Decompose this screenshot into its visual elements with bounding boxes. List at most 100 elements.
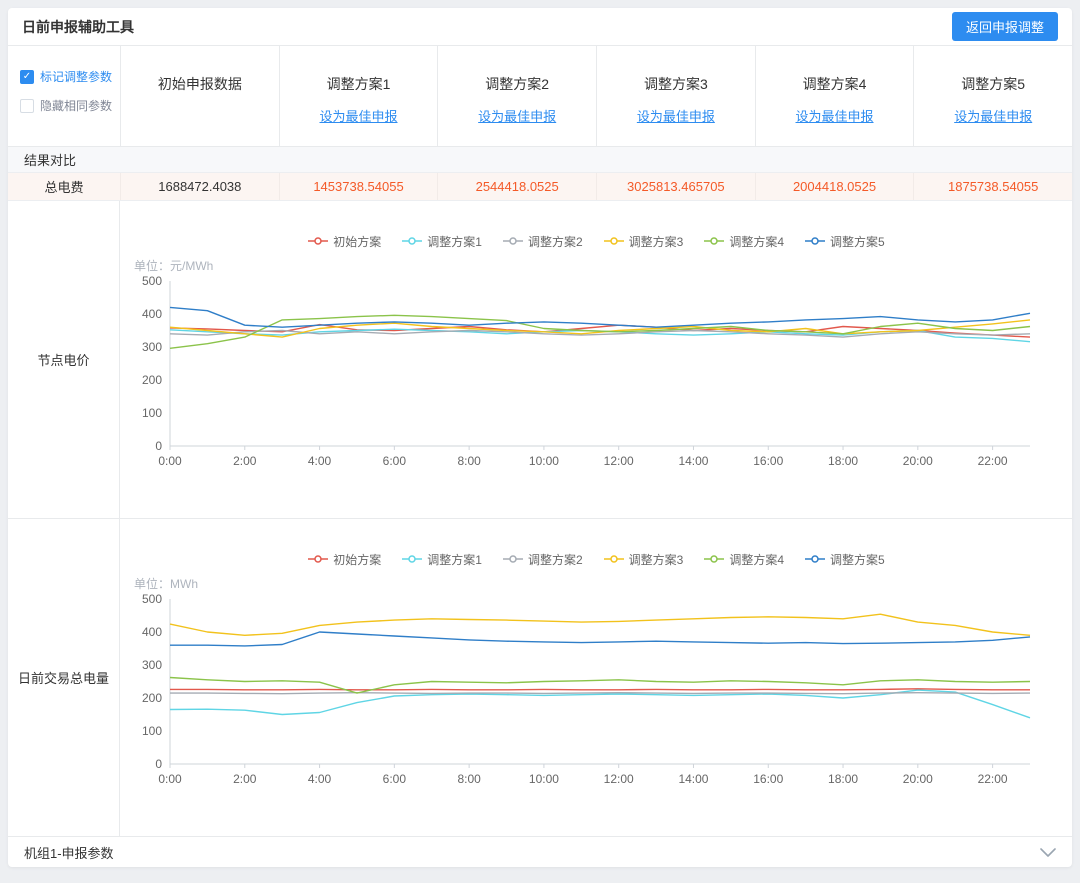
svg-text:400: 400 <box>142 307 162 321</box>
legend-item-调整方案4[interactable]: 调整方案4 <box>703 551 784 568</box>
svg-text:300: 300 <box>142 340 162 354</box>
legend-item-调整方案1[interactable]: 调整方案1 <box>401 551 482 568</box>
node-price-label: 节点电价 <box>8 201 120 518</box>
svg-text:12:00: 12:00 <box>604 772 634 786</box>
legend-label: 初始方案 <box>333 552 382 567</box>
svg-text:500: 500 <box>142 592 162 606</box>
legend-item-初始方案[interactable]: 初始方案 <box>307 233 381 250</box>
column-title: 调整方案1 <box>326 76 391 92</box>
legend-item-调整方案2[interactable]: 调整方案2 <box>502 551 583 568</box>
set-best-link-3[interactable]: 设为最佳申报 <box>637 106 715 125</box>
svg-text:500: 500 <box>142 274 162 288</box>
checkbox-unchecked-icon[interactable] <box>20 98 34 113</box>
svg-text:8:00: 8:00 <box>457 454 481 468</box>
legend-line-icon <box>308 237 329 245</box>
column-title: 调整方案4 <box>802 76 867 92</box>
svg-text:4:00: 4:00 <box>308 772 332 786</box>
column-initial-data: 初始申报数据 <box>120 46 279 146</box>
column-plan-4: 调整方案4 设为最佳申报 <box>754 46 914 146</box>
unit1-params-title: 机组1-申报参数 <box>24 845 114 861</box>
legend-item-调整方案2[interactable]: 调整方案2 <box>502 233 583 250</box>
svg-text:200: 200 <box>142 691 162 705</box>
mark-adjusted-option[interactable]: ✓ 标记调整参数 <box>20 68 112 85</box>
mark-adjusted-label: 标记调整参数 <box>40 70 113 84</box>
legend-line-icon <box>805 237 826 245</box>
svg-text:2:00: 2:00 <box>233 772 257 786</box>
total-fee-label: 总电费 <box>44 180 84 195</box>
column-title: 初始申报数据 <box>157 76 242 92</box>
svg-text:200: 200 <box>142 373 162 387</box>
hide-same-option[interactable]: 隐藏相同参数 <box>20 97 112 114</box>
back-button[interactable]: 返回申报调整 <box>951 12 1058 41</box>
set-best-link-4[interactable]: 设为最佳申报 <box>796 106 874 125</box>
svg-text:14:00: 14:00 <box>678 772 708 786</box>
trade-volume-chart: 初始方案 调整方案1 调整方案2 调整方案3 调整方案4 调整方案5 单位：MWh 0 10… <box>120 519 1072 836</box>
legend-item-调整方案5[interactable]: 调整方案5 <box>804 233 885 250</box>
unit-label: 单位：MWh <box>134 577 198 591</box>
svg-text:20:00: 20:00 <box>903 454 933 468</box>
svg-text:22:00: 22:00 <box>978 454 1008 468</box>
chart-legend: 初始方案 调整方案1 调整方案2 调整方案3 调整方案4 调整方案5 <box>120 549 1072 569</box>
column-title: 调整方案5 <box>961 76 1026 92</box>
svg-text:16:00: 16:00 <box>753 454 783 468</box>
chart-legend: 初始方案 调整方案1 调整方案2 调整方案3 调整方案4 调整方案5 <box>120 231 1072 251</box>
svg-text:22:00: 22:00 <box>978 772 1008 786</box>
set-best-link-5[interactable]: 设为最佳申报 <box>954 106 1032 125</box>
column-plan-2: 调整方案2 设为最佳申报 <box>437 46 596 146</box>
legend-item-调整方案3[interactable]: 调整方案3 <box>603 233 683 250</box>
unit1-params-section[interactable]: 机组1-申报参数 <box>8 837 1072 867</box>
svg-text:300: 300 <box>142 658 162 672</box>
column-plan-1: 调整方案1 设为最佳申报 <box>278 46 438 146</box>
svg-text:8:00: 8:00 <box>457 772 481 786</box>
column-plan-3: 调整方案3 设为最佳申报 <box>596 46 755 146</box>
checkbox-checked-icon[interactable]: ✓ <box>20 69 34 84</box>
legend-item-调整方案3[interactable]: 调整方案3 <box>603 551 684 568</box>
set-best-link-2[interactable]: 设为最佳申报 <box>478 106 556 125</box>
legend-line-icon <box>502 237 523 245</box>
legend-label: 调整方案4 <box>729 552 785 567</box>
trade-volume-chart-row: 日前交易总电量 初始方案 调整方案1 调整方案2 调整方案3 调整方案4 调整方案5 单位… <box>8 519 1072 837</box>
svg-text:0:00: 0:00 <box>158 772 182 786</box>
result-section-title: 结果对比 <box>8 147 1072 173</box>
page-title: 日前申报辅助工具 <box>22 18 134 35</box>
total-fee-value-initial: 1688472.4038 <box>120 173 279 200</box>
legend-label: 调整方案2 <box>527 234 583 249</box>
column-plan-5: 调整方案5 设为最佳申报 <box>913 46 1072 146</box>
legend-label: 初始方案 <box>333 234 382 249</box>
legend-line-icon <box>603 555 624 563</box>
svg-text:18:00: 18:00 <box>828 454 858 468</box>
line-chart: 0 100 200 300 400 500 0:00 2:00 4:00 6:00 8:00 10:0… <box>142 274 1031 468</box>
legend-line-icon <box>402 237 423 245</box>
legend-line-icon <box>603 237 624 245</box>
svg-text:4:00: 4:00 <box>308 454 332 468</box>
legend-label: 调整方案4 <box>729 234 785 249</box>
node-price-chart-row: 节点电价 初始方案 调整方案1 调整方案2 调整方案3 调整方案4 调整方案5 单位：元/… <box>8 201 1072 519</box>
column-title: 调整方案2 <box>485 76 550 92</box>
legend-line-icon <box>502 555 523 563</box>
svg-text:18:00: 18:00 <box>828 772 858 786</box>
legend-label: 调整方案5 <box>830 552 885 567</box>
legend-line-icon <box>402 555 423 563</box>
legend-label: 调整方案2 <box>527 552 583 567</box>
legend-item-调整方案5[interactable]: 调整方案5 <box>804 551 885 568</box>
legend-line-icon <box>805 555 826 563</box>
total-fee-value-plan3: 3025813.465705 <box>596 173 755 200</box>
legend-line-icon <box>308 555 329 563</box>
set-best-link-1[interactable]: 设为最佳申报 <box>320 106 398 125</box>
svg-text:0: 0 <box>155 439 162 453</box>
plan-header-row: ✓ 标记调整参数 隐藏相同参数 初始申报数据 调整方案1 设为最佳申报 调整方案… <box>8 46 1072 147</box>
chevron-down-icon[interactable] <box>1040 847 1056 857</box>
svg-text:16:00: 16:00 <box>753 772 783 786</box>
legend-item-初始方案[interactable]: 初始方案 <box>307 551 381 568</box>
legend-item-调整方案1[interactable]: 调整方案1 <box>401 233 482 250</box>
svg-text:100: 100 <box>142 724 162 738</box>
svg-text:14:00: 14:00 <box>678 454 708 468</box>
legend-item-调整方案4[interactable]: 调整方案4 <box>703 233 784 250</box>
legend-label: 调整方案3 <box>628 552 684 567</box>
svg-text:10:00: 10:00 <box>529 772 559 786</box>
hide-same-label: 隐藏相同参数 <box>40 99 113 113</box>
svg-text:20:00: 20:00 <box>903 772 933 786</box>
node-price-chart: 初始方案 调整方案1 调整方案2 调整方案3 调整方案4 调整方案5 单位：元/MWh 0… <box>120 201 1072 518</box>
svg-text:100: 100 <box>142 406 162 420</box>
svg-text:10:00: 10:00 <box>529 454 559 468</box>
